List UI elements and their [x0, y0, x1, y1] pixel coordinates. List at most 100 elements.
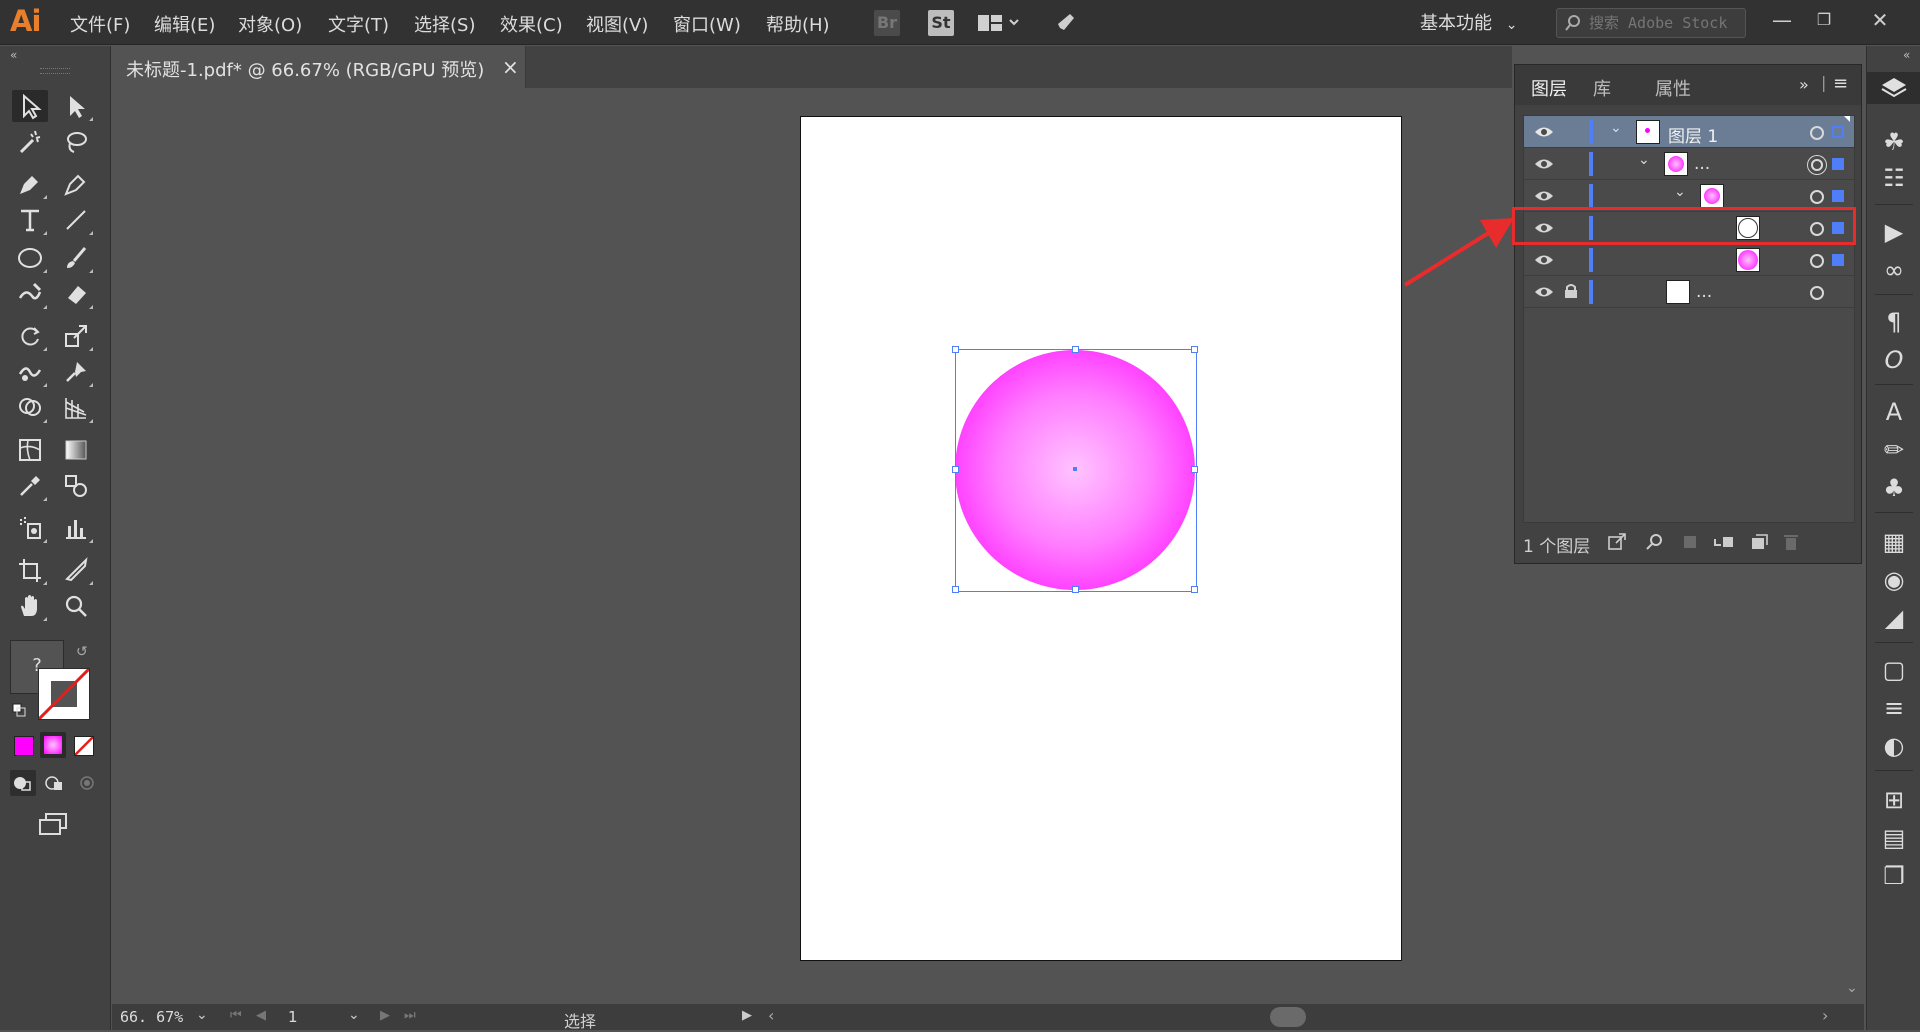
- scroll-down-arrow[interactable]: ⌄: [1846, 980, 1858, 996]
- artboard-number[interactable]: 1: [288, 1008, 298, 1026]
- actions-play-icon[interactable]: ▶: [1880, 218, 1908, 246]
- restore-button[interactable]: ❐: [1804, 4, 1844, 36]
- target-icon[interactable]: [1810, 190, 1824, 204]
- next-artboard-icon[interactable]: ▶: [380, 1008, 390, 1023]
- eye-icon[interactable]: [1534, 253, 1554, 267]
- layer-row-group[interactable]: ⌄ ...: [1524, 148, 1854, 180]
- menu-object[interactable]: 对象(O): [238, 11, 302, 37]
- puppet-warp-tool[interactable]: [58, 356, 94, 388]
- trash-icon[interactable]: [1781, 533, 1801, 551]
- layer-name[interactable]: ...: [1696, 282, 1712, 302]
- align-icon[interactable]: ▤: [1880, 824, 1908, 852]
- close-tab-button[interactable]: ×: [502, 55, 519, 79]
- target-icon[interactable]: [1811, 159, 1823, 171]
- tab-layers[interactable]: 图层: [1531, 75, 1567, 101]
- artboard-dropdown-chevron-icon[interactable]: ⌄: [348, 1007, 360, 1023]
- resize-handle-right[interactable]: [1191, 466, 1198, 473]
- pen-tool[interactable]: [12, 168, 48, 200]
- last-artboard-icon[interactable]: ⏭: [404, 1008, 416, 1023]
- color-mode-button[interactable]: [14, 736, 34, 756]
- symbol-sprayer-tool[interactable]: [12, 512, 48, 544]
- line-segment-tool[interactable]: [58, 204, 94, 236]
- transparency-icon[interactable]: ◐: [1880, 732, 1908, 760]
- gpu-rocket-button[interactable]: [1050, 10, 1076, 36]
- target-icon[interactable]: [1810, 254, 1824, 268]
- gradient-panel-icon[interactable]: ▢: [1880, 656, 1908, 684]
- status-menu-arrow-icon[interactable]: ▶: [742, 1008, 752, 1023]
- horizontal-scroll-thumb[interactable]: [1270, 1007, 1306, 1027]
- selection-indicator[interactable]: [1832, 158, 1844, 170]
- layer-row-background[interactable]: ...: [1524, 276, 1854, 308]
- lock-icon[interactable]: [1564, 283, 1578, 299]
- double-chevron-right-icon[interactable]: »: [1799, 75, 1809, 94]
- blend-tool[interactable]: [58, 470, 94, 502]
- new-sublayer-icon[interactable]: [1713, 533, 1737, 551]
- brushes-icon[interactable]: ✏: [1880, 436, 1908, 464]
- eyedropper-tool[interactable]: [12, 470, 48, 502]
- chevron-down-icon[interactable]: ⌄: [1610, 120, 1622, 136]
- zoom-level[interactable]: 66. 67%: [120, 1008, 183, 1026]
- selection-tool[interactable]: [12, 90, 48, 122]
- selection-indicator[interactable]: [1832, 254, 1844, 266]
- resize-handle-top[interactable]: [1072, 346, 1079, 353]
- none-mode-button[interactable]: [74, 736, 94, 756]
- locate-object-icon[interactable]: [1645, 533, 1665, 551]
- menu-type[interactable]: 文字(T): [328, 11, 389, 37]
- previous-artboard-icon[interactable]: ◀: [256, 1008, 266, 1023]
- color-palette-icon[interactable]: ◉: [1880, 566, 1908, 594]
- eye-icon[interactable]: [1534, 285, 1554, 299]
- default-fill-stroke-icon[interactable]: [12, 702, 26, 717]
- ellipse-tool[interactable]: [12, 242, 48, 274]
- resize-handle-bottom[interactable]: [1072, 586, 1079, 593]
- chevron-down-icon[interactable]: ⌄: [1674, 184, 1686, 200]
- layer-row-layer-1[interactable]: ⌄ 图层 1: [1524, 116, 1854, 148]
- shaper-tool[interactable]: [12, 278, 48, 310]
- character-icon[interactable]: A: [1880, 398, 1908, 426]
- links-icon[interactable]: ∞: [1880, 256, 1908, 284]
- eye-icon[interactable]: [1534, 189, 1554, 203]
- scroll-left-arrow[interactable]: ‹: [768, 1006, 774, 1025]
- opentype-icon[interactable]: O: [1880, 346, 1908, 374]
- column-graph-tool[interactable]: [58, 512, 94, 544]
- scroll-right-arrow[interactable]: ›: [1822, 1006, 1828, 1025]
- asset-export-icon[interactable]: ☷: [1880, 164, 1908, 192]
- draw-inside-button[interactable]: [74, 770, 100, 796]
- close-window-button[interactable]: ✕: [1860, 4, 1900, 36]
- hand-tool[interactable]: [12, 590, 48, 622]
- gradient-mode-button[interactable]: [40, 732, 66, 758]
- tab-properties[interactable]: 属性: [1655, 75, 1691, 101]
- collapse-panel-icon[interactable]: «: [10, 48, 17, 62]
- layer-row-gradient-circle[interactable]: [1524, 244, 1854, 276]
- bridge-button[interactable]: Br: [874, 10, 900, 36]
- menu-window[interactable]: 窗口(W): [673, 11, 741, 37]
- draw-behind-button[interactable]: [42, 770, 68, 796]
- panel-menu-icon[interactable]: ≡: [1833, 73, 1848, 94]
- workspace-switcher[interactable]: 基本功能 ⌄: [1420, 9, 1517, 35]
- pathfinder-icon[interactable]: ❐: [1880, 862, 1908, 890]
- stock-search-input[interactable]: [1587, 13, 1741, 33]
- stroke-icon[interactable]: ≡: [1880, 694, 1908, 722]
- resize-handle-bottom-left[interactable]: [952, 586, 959, 593]
- panel-grip[interactable]: [40, 68, 70, 74]
- cc-libraries-icon[interactable]: ☘: [1880, 128, 1908, 156]
- collapse-dock-icon[interactable]: «: [1903, 48, 1910, 62]
- gradient-tool[interactable]: [58, 434, 94, 466]
- menu-select[interactable]: 选择(S): [414, 11, 475, 37]
- artboard-tool[interactable]: [12, 554, 48, 586]
- layer-name[interactable]: 图层 1: [1668, 122, 1718, 147]
- paintbrush-tool[interactable]: [58, 242, 94, 274]
- menu-edit[interactable]: 编辑(E): [154, 11, 215, 37]
- screen-mode-button[interactable]: [36, 810, 72, 838]
- perspective-grid-tool[interactable]: [58, 392, 94, 424]
- menu-file[interactable]: 文件(F): [70, 11, 130, 37]
- symbols-club-icon[interactable]: ♣: [1880, 474, 1908, 502]
- menu-view[interactable]: 视图(V): [586, 11, 648, 37]
- target-icon[interactable]: [1810, 286, 1824, 300]
- export-icon[interactable]: [1607, 533, 1627, 551]
- swatches-icon[interactable]: ▦: [1880, 528, 1908, 556]
- zoom-tool[interactable]: [58, 590, 94, 622]
- first-artboard-icon[interactable]: ⏮: [230, 1008, 242, 1023]
- document-tab[interactable]: 未标题-1.pdf* @ 66.67% (RGB/GPU 预览) ×: [112, 46, 526, 88]
- zoom-dropdown-chevron-icon[interactable]: ⌄: [196, 1007, 208, 1023]
- stock-search[interactable]: [1556, 8, 1746, 38]
